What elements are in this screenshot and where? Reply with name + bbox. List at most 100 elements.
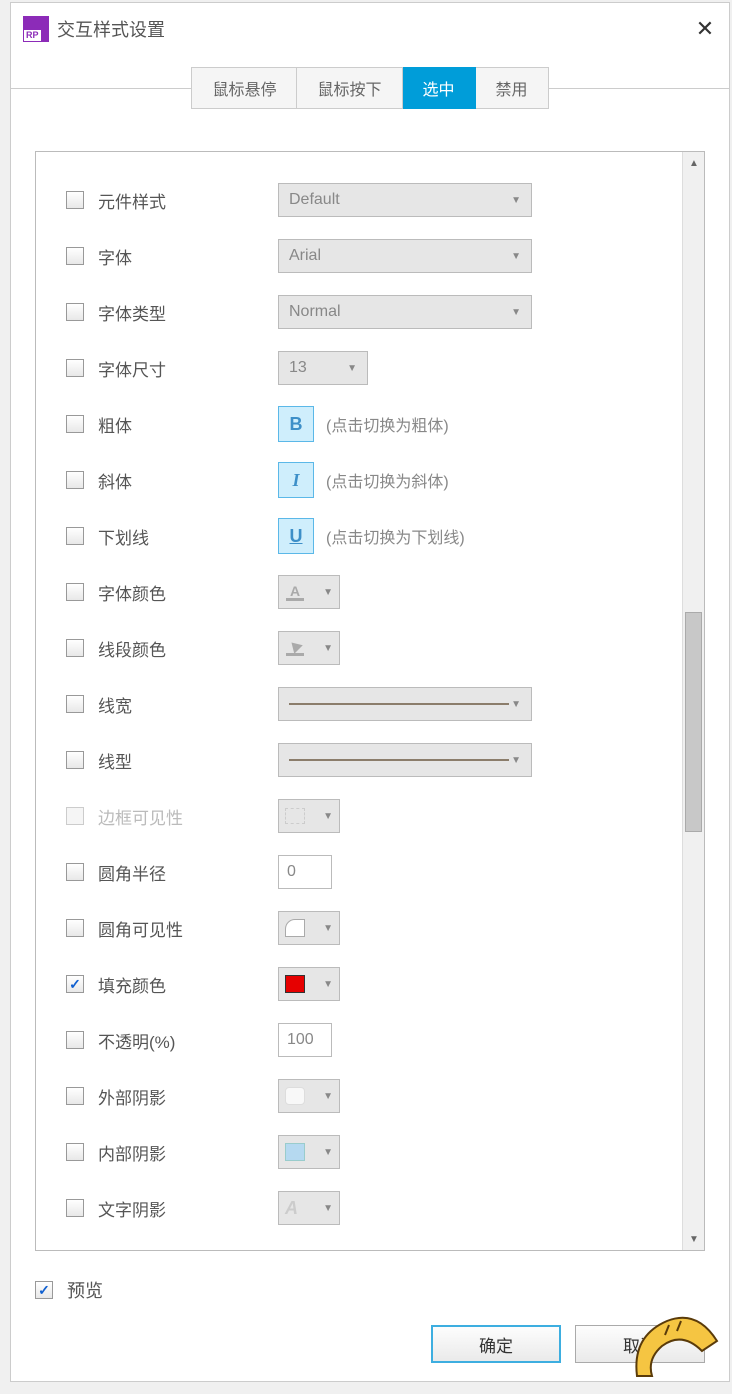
label-preview: 预览 xyxy=(67,1277,103,1303)
label-opacity: 不透明(%) xyxy=(98,1028,278,1053)
property-list: 元件样式 Default ▼ 字体 Arial ▼ 字体类型 Normal xyxy=(36,152,704,1251)
row-widget-style: 元件样式 Default ▼ xyxy=(66,172,674,228)
close-button[interactable]: ✕ xyxy=(693,17,717,41)
check-font-size[interactable] xyxy=(66,359,84,377)
line-style-preview xyxy=(289,759,509,761)
picker-corner-visibility[interactable]: ▼ xyxy=(278,911,340,945)
scrollbar[interactable]: ▲ ▼ xyxy=(682,152,704,1250)
check-font-color[interactable] xyxy=(66,583,84,601)
app-icon: RP xyxy=(23,16,49,42)
tab-mousedown[interactable]: 鼠标按下 xyxy=(297,67,402,109)
check-underline[interactable] xyxy=(66,527,84,545)
toggle-underline[interactable]: U xyxy=(278,518,314,554)
tabs: 鼠标悬停 鼠标按下 选中 禁用 xyxy=(191,67,548,109)
row-line-width: 线宽 ▼ xyxy=(66,676,674,732)
label-corner-visibility: 圆角可见性 xyxy=(98,916,278,941)
label-border-visibility: 边框可见性 xyxy=(98,804,278,829)
toggle-bold[interactable]: B xyxy=(278,406,314,442)
label-italic: 斜体 xyxy=(98,468,278,493)
label-bold: 粗体 xyxy=(98,412,278,437)
select-font[interactable]: Arial ▼ xyxy=(278,239,532,273)
picker-text-shadow[interactable]: A ▼ xyxy=(278,1191,340,1225)
row-font-type: 字体类型 Normal ▼ xyxy=(66,284,674,340)
label-inner-shadow: 内部阴影 xyxy=(98,1140,278,1165)
row-border-visibility: 边框可见性 ▼ xyxy=(66,788,674,844)
select-font-size[interactable]: 13 ▼ xyxy=(278,351,368,385)
hint-bold: (点击切换为粗体) xyxy=(326,412,449,436)
picker-outer-shadow[interactable]: ▼ xyxy=(278,1079,340,1113)
select-line-width[interactable]: ▼ xyxy=(278,687,532,721)
chevron-down-icon: ▼ xyxy=(511,755,521,766)
footer-buttons: 确定 取消 xyxy=(431,1325,705,1363)
select-font-type[interactable]: Normal ▼ xyxy=(278,295,532,329)
label-font-size: 字体尺寸 xyxy=(98,356,278,381)
chevron-down-icon: ▼ xyxy=(323,923,333,934)
label-font: 字体 xyxy=(98,244,278,269)
chevron-down-icon: ▼ xyxy=(323,643,333,654)
tab-line-left xyxy=(11,88,191,89)
row-opacity: 不透明(%) xyxy=(66,1012,674,1068)
check-line-color[interactable] xyxy=(66,639,84,657)
row-line-style: 线型 ▼ xyxy=(66,732,674,788)
check-bold[interactable] xyxy=(66,415,84,433)
ok-button[interactable]: 确定 xyxy=(431,1325,561,1363)
picker-line-color[interactable]: ▼ xyxy=(278,631,340,665)
chevron-down-icon: ▼ xyxy=(323,1147,333,1158)
row-outer-shadow: 外部阴影 ▼ xyxy=(66,1068,674,1124)
label-corner-radius: 圆角半径 xyxy=(98,860,278,885)
tab-line-right xyxy=(549,88,729,89)
row-corner-radius: 圆角半径 xyxy=(66,844,674,900)
fill-swatch xyxy=(285,975,305,993)
row-italic: 斜体 I (点击切换为斜体) xyxy=(66,452,674,508)
input-corner-radius[interactable] xyxy=(278,855,332,889)
select-line-style[interactable]: ▼ xyxy=(278,743,532,777)
dialog-title: 交互样式设置 xyxy=(57,16,165,42)
scrollbar-thumb[interactable] xyxy=(685,612,702,832)
picker-inner-shadow[interactable]: ▼ xyxy=(278,1135,340,1169)
check-text-shadow[interactable] xyxy=(66,1199,84,1217)
check-font-type[interactable] xyxy=(66,303,84,321)
picker-border-visibility[interactable]: ▼ xyxy=(278,799,340,833)
input-opacity[interactable] xyxy=(278,1023,332,1057)
check-italic[interactable] xyxy=(66,471,84,489)
row-fill-color: 填充颜色 ▼ xyxy=(66,956,674,1012)
picker-fill-color[interactable]: ▼ xyxy=(278,967,340,1001)
tab-row: 鼠标悬停 鼠标按下 选中 禁用 xyxy=(11,55,729,111)
scroll-down-icon[interactable]: ▼ xyxy=(683,1228,705,1250)
cancel-button[interactable]: 取消 xyxy=(575,1325,705,1363)
label-line-style: 线型 xyxy=(98,748,278,773)
row-text-shadow: 文字阴影 A ▼ xyxy=(66,1180,674,1236)
check-fill-color[interactable] xyxy=(66,975,84,993)
check-border-visibility xyxy=(66,807,84,825)
label-text-shadow: 文字阴影 xyxy=(98,1196,278,1221)
tab-disabled[interactable]: 禁用 xyxy=(476,67,549,109)
tab-hover[interactable]: 鼠标悬停 xyxy=(191,67,297,109)
picker-font-color[interactable]: A ▼ xyxy=(278,575,340,609)
check-outer-shadow[interactable] xyxy=(66,1087,84,1105)
check-preview[interactable] xyxy=(35,1281,53,1299)
label-line-width: 线宽 xyxy=(98,692,278,717)
chevron-down-icon: ▼ xyxy=(511,195,521,206)
check-line-width[interactable] xyxy=(66,695,84,713)
hint-underline: (点击切换为下划线) xyxy=(326,524,465,548)
inner-shadow-icon xyxy=(285,1143,305,1161)
check-widget-style[interactable] xyxy=(66,191,84,209)
check-font[interactable] xyxy=(66,247,84,265)
corner-icon xyxy=(285,919,305,937)
check-line-style[interactable] xyxy=(66,751,84,769)
check-corner-visibility[interactable] xyxy=(66,919,84,937)
row-underline: 下划线 U (点击切换为下划线) xyxy=(66,508,674,564)
label-fill-color: 填充颜色 xyxy=(98,972,278,997)
row-line-color: 线段颜色 ▼ xyxy=(66,620,674,676)
titlebar: RP 交互样式设置 ✕ xyxy=(11,3,729,55)
check-corner-radius[interactable] xyxy=(66,863,84,881)
row-bold: 粗体 B (点击切换为粗体) xyxy=(66,396,674,452)
toggle-italic[interactable]: I xyxy=(278,462,314,498)
text-shadow-icon: A xyxy=(285,1198,298,1219)
check-inner-shadow[interactable] xyxy=(66,1143,84,1161)
check-opacity[interactable] xyxy=(66,1031,84,1049)
tab-selected[interactable]: 选中 xyxy=(403,67,476,109)
scroll-up-icon[interactable]: ▲ xyxy=(683,152,705,174)
outer-shadow-icon xyxy=(285,1087,305,1105)
select-widget-style[interactable]: Default ▼ xyxy=(278,183,532,217)
